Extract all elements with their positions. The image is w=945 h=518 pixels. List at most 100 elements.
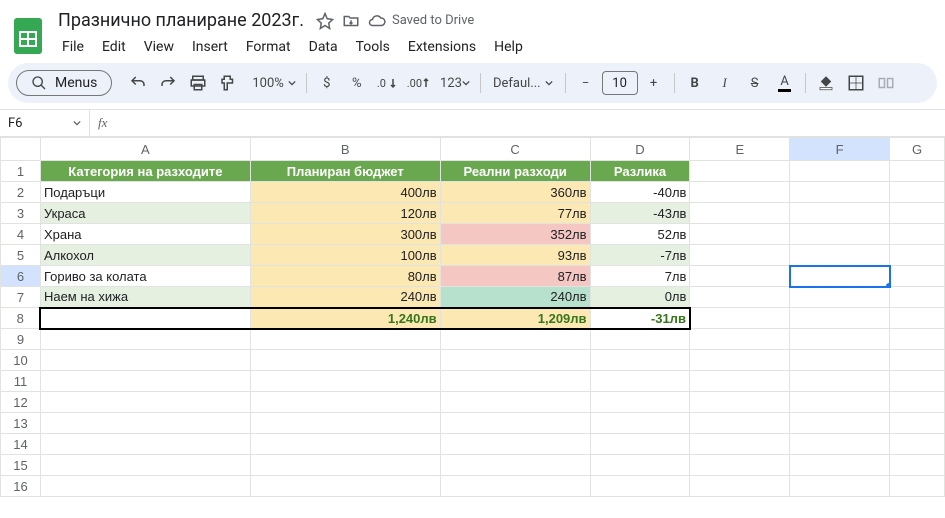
decrease-font-size-button[interactable]: − [572, 69, 600, 97]
fill-color-button[interactable] [812, 69, 840, 97]
decrease-decimal-button[interactable]: .0 [373, 69, 401, 97]
cell[interactable]: 352лв [440, 224, 590, 245]
cell[interactable] [590, 371, 690, 392]
cell[interactable]: 100лв [250, 245, 440, 266]
cell[interactable] [590, 392, 690, 413]
spreadsheet[interactable]: ABCDEFG1Категория на разходитеПланиран б… [0, 137, 945, 497]
cell[interactable] [40, 455, 250, 476]
col-header-C[interactable]: C [440, 138, 590, 161]
print-button[interactable] [184, 69, 212, 97]
name-box[interactable]: F6 [0, 110, 90, 136]
cell[interactable] [690, 476, 790, 497]
cell[interactable] [690, 371, 790, 392]
cell[interactable] [790, 371, 890, 392]
undo-button[interactable] [124, 69, 152, 97]
cell[interactable] [250, 413, 440, 434]
cell[interactable]: 87лв [440, 266, 590, 287]
cell[interactable] [890, 245, 945, 266]
col-header-E[interactable]: E [690, 138, 790, 161]
cell[interactable] [250, 455, 440, 476]
cell[interactable] [40, 476, 250, 497]
col-header-D[interactable]: D [590, 138, 690, 161]
cell[interactable] [250, 434, 440, 455]
percent-button[interactable]: % [343, 69, 371, 97]
cell[interactable] [790, 434, 890, 455]
row-header-1[interactable]: 1 [1, 161, 41, 182]
header-cell[interactable]: Разлика [590, 161, 690, 182]
menu-extensions[interactable]: Extensions [400, 35, 484, 59]
cell[interactable] [440, 392, 590, 413]
cell[interactable] [890, 413, 945, 434]
cell[interactable]: -40лв [590, 182, 690, 203]
cell[interactable] [890, 434, 945, 455]
zoom-select[interactable]: 100% [244, 69, 299, 97]
menu-edit[interactable]: Edit [94, 35, 134, 59]
cell[interactable] [690, 266, 790, 287]
cell[interactable] [890, 476, 945, 497]
row-header-11[interactable]: 11 [1, 371, 41, 392]
cell[interactable] [790, 308, 890, 329]
text-color-button[interactable]: A [771, 69, 799, 97]
merge-cells-button[interactable] [872, 69, 900, 97]
cell[interactable]: 93лв [440, 245, 590, 266]
cell[interactable] [40, 350, 250, 371]
currency-button[interactable]: $ [313, 69, 341, 97]
cell[interactable] [690, 245, 790, 266]
cell[interactable] [690, 392, 790, 413]
cell[interactable] [690, 182, 790, 203]
header-cell[interactable]: Реални разходи [440, 161, 590, 182]
row-header-12[interactable]: 12 [1, 392, 41, 413]
menu-insert[interactable]: Insert [184, 35, 236, 59]
row-header-8[interactable]: 8 [1, 308, 41, 329]
font-size-input[interactable]: 10 [602, 71, 638, 95]
increase-decimal-button[interactable]: .00 [403, 69, 434, 97]
cell[interactable] [690, 329, 790, 350]
sheets-logo[interactable] [12, 20, 44, 52]
cell[interactable]: Храна [40, 224, 250, 245]
header-cell[interactable]: Планиран бюджет [250, 161, 440, 182]
cell[interactable] [790, 329, 890, 350]
cell[interactable] [250, 392, 440, 413]
cell[interactable] [250, 476, 440, 497]
cell[interactable] [40, 329, 250, 350]
font-select[interactable]: Defaul... [487, 69, 559, 97]
cell[interactable]: 77лв [440, 203, 590, 224]
row-header-16[interactable]: 16 [1, 476, 41, 497]
cell[interactable]: 360лв [440, 182, 590, 203]
cell[interactable]: 80лв [250, 266, 440, 287]
cell[interactable] [790, 224, 890, 245]
cell[interactable] [440, 371, 590, 392]
borders-button[interactable] [842, 69, 870, 97]
col-header-A[interactable]: A [40, 138, 250, 161]
cell[interactable] [590, 413, 690, 434]
cell[interactable] [890, 203, 945, 224]
cell[interactable] [590, 329, 690, 350]
cell[interactable] [790, 476, 890, 497]
cell[interactable] [590, 434, 690, 455]
cell[interactable] [890, 266, 945, 287]
row-header-5[interactable]: 5 [1, 245, 41, 266]
cell[interactable] [890, 329, 945, 350]
cell[interactable]: Украса [40, 203, 250, 224]
cell[interactable]: 400лв [250, 182, 440, 203]
cell[interactable] [250, 329, 440, 350]
row-header-14[interactable]: 14 [1, 434, 41, 455]
cell[interactable] [250, 371, 440, 392]
cell[interactable] [40, 434, 250, 455]
cell[interactable] [690, 434, 790, 455]
cell[interactable]: 1,240лв [250, 308, 440, 329]
cell[interactable]: 240лв [440, 287, 590, 308]
cell[interactable] [890, 455, 945, 476]
cell[interactable] [590, 476, 690, 497]
cloud-status[interactable]: Saved to Drive [368, 12, 474, 30]
cell[interactable]: -31лв [590, 308, 690, 329]
menu-data[interactable]: Data [301, 35, 346, 59]
cell[interactable] [890, 350, 945, 371]
cell[interactable] [890, 287, 945, 308]
row-header-13[interactable]: 13 [1, 413, 41, 434]
cell[interactable] [890, 182, 945, 203]
cell[interactable] [690, 308, 790, 329]
cell[interactable] [590, 455, 690, 476]
cell[interactable]: Алкохол [40, 245, 250, 266]
row-header-10[interactable]: 10 [1, 350, 41, 371]
